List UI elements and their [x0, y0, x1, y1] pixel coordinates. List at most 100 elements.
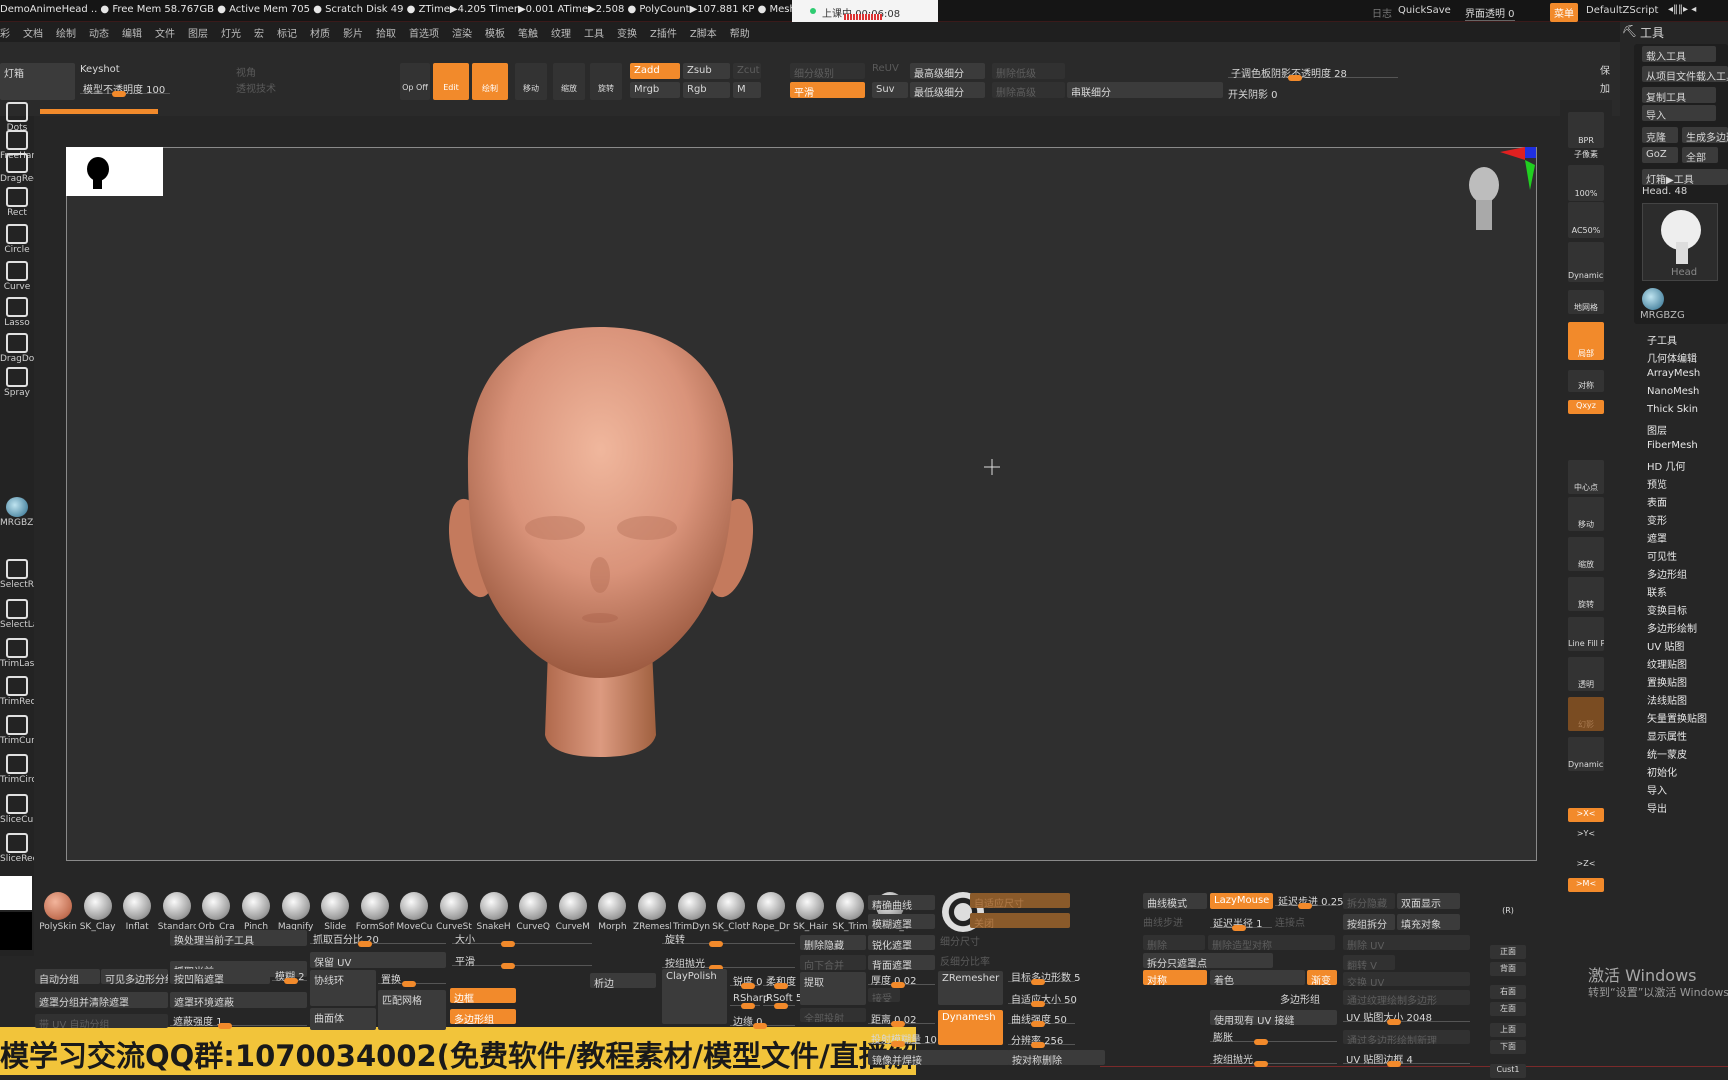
tool-panel-button[interactable]: 全部 — [1682, 147, 1718, 163]
shelf-control[interactable]: 保留 UV — [310, 952, 446, 968]
right-shelf-button[interactable]: >X< — [1568, 808, 1604, 822]
right-shelf-button[interactable]: 左面 — [1490, 1002, 1526, 1016]
left-tool-trimcirc[interactable]: TrimCirc — [0, 754, 34, 785]
menu-item[interactable]: 工具 — [584, 25, 604, 42]
left-tool-mrgbzg[interactable]: MRGBZG — [0, 497, 34, 528]
shelf-control[interactable]: 精确曲线 — [868, 895, 935, 910]
right-shelf-button[interactable]: 对称 — [1568, 370, 1604, 392]
tool-thumbnail[interactable]: Head — [1642, 203, 1718, 281]
right-shelf-button[interactable]: 旋转 — [1568, 577, 1604, 611]
right-shelf-button[interactable]: 100% — [1568, 165, 1604, 201]
shelf-control[interactable]: 按组拆分 — [1343, 914, 1395, 930]
shelf-control[interactable]: 交换 UV — [1343, 972, 1470, 986]
shelf-control[interactable]: Dynamesh — [938, 1010, 1003, 1045]
brush-standard[interactable]: Standard — [158, 892, 196, 932]
shelf-control[interactable]: 自适应尺寸 — [970, 893, 1070, 908]
secondary-color-swatch[interactable] — [0, 912, 32, 950]
tool-section-item[interactable]: 遮罩 — [1647, 530, 1667, 545]
shelf-control[interactable]: 遮罩环境遮蔽 — [170, 992, 307, 1008]
left-tool-dragdot[interactable]: DragDot — [0, 333, 34, 364]
shelf-control[interactable]: 延迟步进 0.25 — [1275, 892, 1343, 909]
shelf-control[interactable]: 删除 UV — [1343, 935, 1470, 950]
tool-section-item[interactable]: 导入 — [1647, 782, 1667, 797]
tool-section-item[interactable]: 纹理贴图 — [1647, 656, 1687, 671]
right-shelf-button[interactable]: 地网格 — [1568, 290, 1604, 314]
left-tool-trimrec[interactable]: TrimRec — [0, 676, 34, 707]
brush-curveq[interactable]: CurveQ — [514, 892, 552, 932]
brush-slide[interactable]: Slide — [316, 892, 354, 932]
tool-panel-button[interactable]: 载入工具 — [1642, 46, 1716, 62]
shelf-control[interactable]: RSharp — [730, 992, 769, 1009]
toolbar-tool-button[interactable]: Edit — [433, 63, 469, 100]
shelf-control[interactable]: 按组抛光 — [1210, 1050, 1337, 1067]
left-tool-lasso[interactable]: Lasso — [0, 297, 34, 328]
ui-transparency-slider[interactable]: 界面透明 0 — [1465, 5, 1515, 21]
toolbar-control[interactable]: Zsub — [683, 63, 730, 79]
tool-section-item[interactable]: 显示属性 — [1647, 728, 1687, 743]
shelf-control[interactable]: 曲面体 — [310, 1008, 376, 1030]
shelf-control[interactable]: ClayPolish — [662, 969, 727, 1024]
shelf-control[interactable]: 删除隐藏 — [800, 935, 866, 950]
brush-formsoft[interactable]: FormSoft — [356, 892, 394, 932]
shelf-control[interactable]: 曲线强度 50 — [1008, 1010, 1075, 1027]
right-shelf-button[interactable]: Cust1 — [1490, 1064, 1526, 1078]
shelf-control[interactable]: 大小 — [452, 930, 592, 947]
shelf-control[interactable]: 膨胀 — [1210, 1028, 1337, 1045]
right-shelf-button[interactable]: 缩放 — [1568, 537, 1604, 571]
brush-sk_trim[interactable]: SK_Trim — [831, 892, 869, 932]
tool-panel-button[interactable]: 导入 — [1642, 105, 1716, 121]
shelf-control[interactable]: 拆分隐藏 — [1343, 893, 1395, 909]
toolbar-control[interactable]: 保 — [1600, 62, 1612, 77]
toolbar-control[interactable]: 最低级细分 — [910, 82, 985, 98]
toolbar-control[interactable]: 加 — [1600, 80, 1612, 95]
shelf-control[interactable]: 镜像并焊接 — [868, 1050, 1010, 1065]
material-swatch-icon[interactable] — [1642, 288, 1664, 310]
shelf-control[interactable]: 置换 — [378, 970, 446, 987]
toolbar-control[interactable]: 细分级别 — [790, 63, 865, 79]
right-shelf-button[interactable]: Dynamic 透视 — [1568, 242, 1604, 282]
shelf-control[interactable]: 模糊遮罩 — [868, 914, 935, 929]
navigation-thumbnail[interactable] — [66, 147, 163, 196]
shelf-control[interactable]: 翻转 V — [1343, 955, 1395, 970]
shelf-control[interactable]: RSoft 5 — [763, 992, 802, 1009]
shelf-control[interactable]: 延迟半径 1 — [1210, 914, 1272, 931]
tool-panel-button[interactable]: 克隆 — [1642, 127, 1678, 143]
right-shelf-button[interactable]: AC50% — [1568, 202, 1604, 238]
tool-section-item[interactable]: 初始化 — [1647, 764, 1677, 779]
right-shelf-button[interactable]: >Z< — [1568, 858, 1604, 872]
brush-orb_cra[interactable]: Orb_Cra — [197, 892, 235, 932]
brush-pinch[interactable]: Pinch — [237, 892, 275, 932]
tool-section-item[interactable]: 变换目标 — [1647, 602, 1687, 617]
right-shelf-button[interactable]: 幻影 — [1568, 697, 1604, 731]
menu-toggle-button[interactable]: 菜单 — [1550, 3, 1578, 22]
toolbar-control[interactable]: 串联细分 — [1067, 82, 1223, 98]
tool-section-item[interactable]: 联系 — [1647, 584, 1667, 599]
menu-item[interactable]: 宏 — [254, 25, 264, 42]
menu-item[interactable]: 影片 — [343, 25, 363, 42]
log-button[interactable]: 日志 — [1372, 5, 1392, 20]
toolbar-control[interactable]: Mrgb — [630, 82, 680, 98]
tool-section-item[interactable]: 多边形绘制 — [1647, 620, 1697, 635]
left-tool-spray[interactable]: Spray — [0, 367, 34, 398]
tool-section-item[interactable]: ArrayMesh — [1647, 368, 1700, 379]
right-shelf-button[interactable]: (R) — [1490, 905, 1526, 919]
menu-item[interactable]: 变换 — [617, 25, 637, 42]
left-tool-slicerec[interactable]: SliceRec — [0, 833, 34, 864]
shelf-control[interactable]: 边缘 0 — [730, 1012, 795, 1029]
shelf-control[interactable]: 匹配网格 — [378, 990, 446, 1030]
toolbar-control[interactable]: 模型不透明度 100 — [80, 80, 170, 97]
quicksave-button[interactable]: QuickSave — [1398, 5, 1451, 16]
right-shelf-button[interactable]: Dynamic 独立 — [1568, 737, 1604, 771]
toolbar-tool-button[interactable]: 移动 — [515, 63, 547, 100]
menu-item[interactable]: 首选项 — [409, 25, 439, 42]
tool-section-item[interactable]: FiberMesh — [1647, 440, 1698, 451]
shelf-control[interactable]: 目标多边形数 5 — [1008, 968, 1081, 985]
brush-zremesh[interactable]: ZRemesh — [633, 892, 671, 932]
brush-curvem[interactable]: CurveM — [554, 892, 592, 932]
shelf-control[interactable]: 锐度 0 — [730, 972, 763, 989]
shelf-control[interactable]: 按凹陷遮罩 — [170, 969, 270, 984]
tool-section-item[interactable]: 可见性 — [1647, 548, 1677, 563]
shelf-control[interactable]: 接受 — [868, 988, 900, 1002]
shelf-control[interactable]: 背面遮罩 — [868, 955, 935, 970]
toolbar-control[interactable]: 灯箱 — [0, 63, 75, 100]
